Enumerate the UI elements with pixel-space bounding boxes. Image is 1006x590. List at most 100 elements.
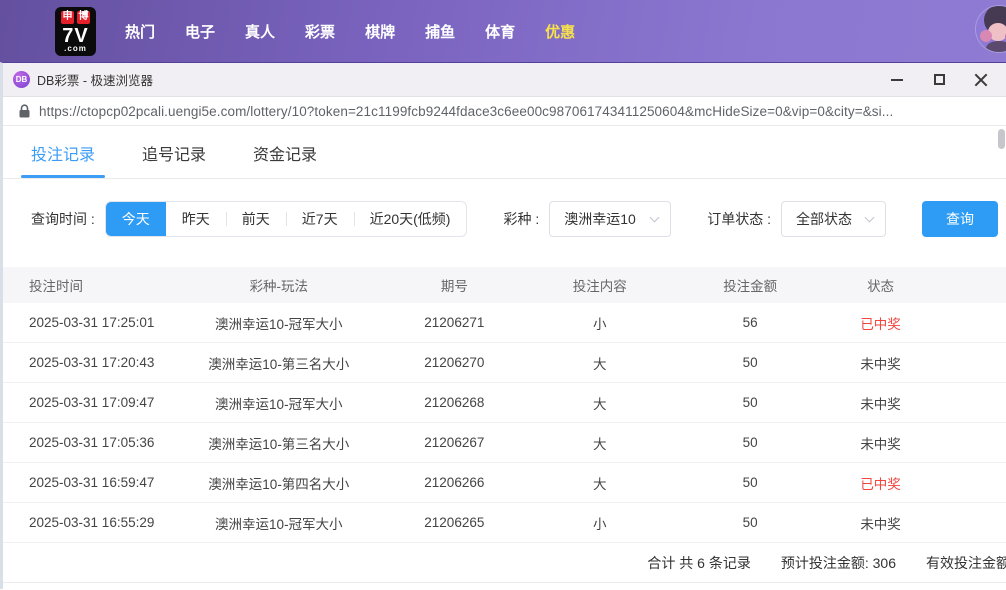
- summary-total-records: 合计 共 6 条记录: [647, 554, 751, 571]
- cell-game-play: 澳洲幸运10-第三名大小: [208, 356, 350, 372]
- maximize-button[interactable]: [918, 63, 960, 96]
- order-status-select[interactable]: 全部状态: [781, 201, 887, 237]
- cell-bet-time: 2025-03-31 17:20:43: [29, 355, 155, 370]
- table-row: 2025-03-31 17:20:43 澳洲幸运10-第三名大小 2120627…: [3, 343, 1006, 383]
- minimize-button[interactable]: [876, 63, 918, 96]
- cell-bet-time: 2025-03-31 17:05:36: [29, 435, 155, 450]
- cell-status: 未中奖: [860, 436, 901, 452]
- menu-item-hot[interactable]: 热门: [110, 21, 170, 42]
- site-nav: 申 博 7V .com 热门 电子 真人 彩票 棋牌 捕鱼 体育 优惠: [0, 0, 1006, 62]
- logo-badge-2: 博: [77, 10, 90, 24]
- cell-game-play: 澳洲幸运10-冠军大小: [215, 516, 343, 532]
- cell-bet-amount: 50: [742, 435, 758, 450]
- cell-bet-amount: 50: [742, 515, 758, 530]
- table-row: 2025-03-31 16:59:47 澳洲幸运10-第四名大小 2120626…: [3, 463, 1006, 503]
- logo-badges: 申 博: [61, 10, 90, 24]
- menu-item-chess[interactable]: 棋牌: [350, 21, 410, 42]
- url-text[interactable]: https://ctopcp02pcali.uengi5e.com/lotter…: [39, 104, 893, 119]
- chevron-down-icon: [649, 212, 660, 222]
- close-button[interactable]: [960, 63, 1002, 96]
- summary-expected-amount: 预计投注金额: 306: [780, 554, 896, 571]
- table-row: 2025-03-31 16:55:29 澳洲幸运10-冠军大小 21206265…: [3, 503, 1006, 543]
- cell-status: 已中奖: [860, 316, 901, 332]
- close-icon: [974, 73, 988, 87]
- lottery-select-value: 澳洲幸运10: [564, 211, 636, 227]
- cell-game-play: 澳洲幸运10-冠军大小: [215, 316, 343, 332]
- menu-item-promo[interactable]: 优惠: [530, 21, 590, 42]
- time-option-today[interactable]: 今天: [105, 202, 166, 236]
- search-button[interactable]: 查询: [922, 201, 999, 237]
- tab-fund-records[interactable]: 资金记录: [253, 141, 317, 178]
- cell-game-play: 澳洲幸运10-第三名大小: [208, 436, 350, 452]
- menu-item-fishing[interactable]: 捕鱼: [410, 21, 470, 42]
- time-option-yesterday[interactable]: 昨天: [166, 202, 226, 236]
- time-range-group: 今天 昨天 前天 近7天 近20天(低频): [104, 201, 468, 237]
- cell-game-play: 澳洲幸运10-冠军大小: [215, 396, 343, 412]
- time-filter-label: 查询时间 :: [31, 211, 95, 227]
- col-bet-content: 投注内容: [572, 279, 627, 294]
- site-menu: 热门 电子 真人 彩票 棋牌 捕鱼 体育 优惠: [110, 21, 590, 42]
- menu-item-sports[interactable]: 体育: [470, 21, 530, 42]
- tab-bet-records[interactable]: 投注记录: [20, 141, 106, 178]
- filter-bar: 查询时间 : 今天 昨天 前天 近7天 近20天(低频) 彩种 : 澳洲幸运10…: [3, 201, 1006, 237]
- cell-bet-amount: 56: [742, 315, 758, 330]
- time-option-daybefore[interactable]: 前天: [225, 202, 286, 236]
- browser-tab-icon: DB: [13, 71, 30, 88]
- cell-issue: 21206270: [424, 355, 485, 370]
- col-game-play: 彩种-玩法: [249, 279, 309, 294]
- cell-bet-time: 2025-03-31 17:09:47: [29, 395, 155, 410]
- chevron-down-icon: [864, 212, 875, 222]
- cell-game-play: 澳洲幸运10-第四名大小: [208, 476, 350, 492]
- lock-icon: [19, 104, 30, 118]
- cell-issue: 21206265: [424, 515, 485, 530]
- logo-sub-text: .com: [64, 43, 87, 53]
- window-controls: [876, 63, 1002, 96]
- col-status: 状态: [867, 279, 895, 294]
- avatar-image: [976, 6, 1006, 52]
- site-logo[interactable]: 申 博 7V .com: [55, 6, 96, 56]
- minimize-icon: [891, 78, 903, 81]
- cell-status: 未中奖: [860, 356, 901, 372]
- cell-status: 已中奖: [860, 476, 901, 492]
- logo-main-text: 7V: [62, 24, 89, 47]
- url-bar[interactable]: https://ctopcp02pcali.uengi5e.com/lotter…: [3, 96, 1006, 126]
- tab-chase-records[interactable]: 追号记录: [142, 141, 206, 178]
- window-title: DB彩票 - 极速浏览器: [37, 74, 153, 88]
- scrollbar-thumb[interactable]: [998, 129, 1005, 149]
- cell-bet-content: 大: [593, 356, 607, 372]
- table-header: 投注时间 彩种-玩法 期号 投注内容 投注金额 状态: [3, 267, 1006, 303]
- browser-titlebar[interactable]: DB DB彩票 - 极速浏览器: [3, 63, 1006, 96]
- col-bet-amount: 投注金额: [723, 279, 778, 294]
- menu-item-lottery[interactable]: 彩票: [290, 21, 350, 42]
- maximize-icon: [933, 74, 945, 85]
- record-tabs: 投注记录 追号记录 资金记录: [3, 126, 1006, 179]
- cell-bet-content: 大: [593, 396, 607, 412]
- order-status-filter-label: 订单状态 :: [707, 211, 772, 227]
- menu-item-live[interactable]: 真人: [230, 21, 290, 42]
- table-row: 2025-03-31 17:09:47 澳洲幸运10-冠军大小 21206268…: [3, 383, 1006, 423]
- col-issue: 期号: [440, 279, 468, 294]
- lottery-select[interactable]: 澳洲幸运10: [549, 201, 672, 237]
- col-bet-time: 投注时间: [29, 279, 83, 294]
- bet-records-table: 投注时间 彩种-玩法 期号 投注内容 投注金额 状态 2025-03-31 17…: [3, 267, 1006, 543]
- page-content: 投注记录 追号记录 资金记录 查询时间 : 今天 昨天 前天 近7天 近20天(…: [3, 126, 1006, 589]
- cell-issue: 21206271: [424, 315, 485, 330]
- cell-bet-time: 2025-03-31 17:25:01: [29, 315, 155, 330]
- lottery-filter-label: 彩种 :: [503, 211, 540, 227]
- cell-bet-amount: 50: [742, 395, 758, 410]
- cell-bet-content: 小: [593, 316, 607, 332]
- screen: 申 博 7V .com 热门 电子 真人 彩票 棋牌 捕鱼 体育 优惠 DB D…: [0, 0, 1006, 590]
- cell-status: 未中奖: [860, 516, 901, 532]
- cell-bet-content: 大: [593, 476, 607, 492]
- time-option-20days[interactable]: 近20天(低频): [353, 202, 467, 236]
- cell-bet-amount: 50: [742, 475, 758, 490]
- time-option-7days[interactable]: 近7天: [285, 202, 354, 236]
- cell-status: 未中奖: [860, 396, 901, 412]
- cell-bet-time: 2025-03-31 16:59:47: [29, 475, 155, 490]
- cell-bet-content: 小: [593, 516, 607, 532]
- cell-bet-content: 大: [593, 436, 607, 452]
- menu-item-electronic[interactable]: 电子: [170, 21, 230, 42]
- cell-issue: 21206268: [424, 395, 485, 410]
- user-avatar[interactable]: [976, 6, 1006, 52]
- cell-bet-amount: 50: [742, 355, 758, 370]
